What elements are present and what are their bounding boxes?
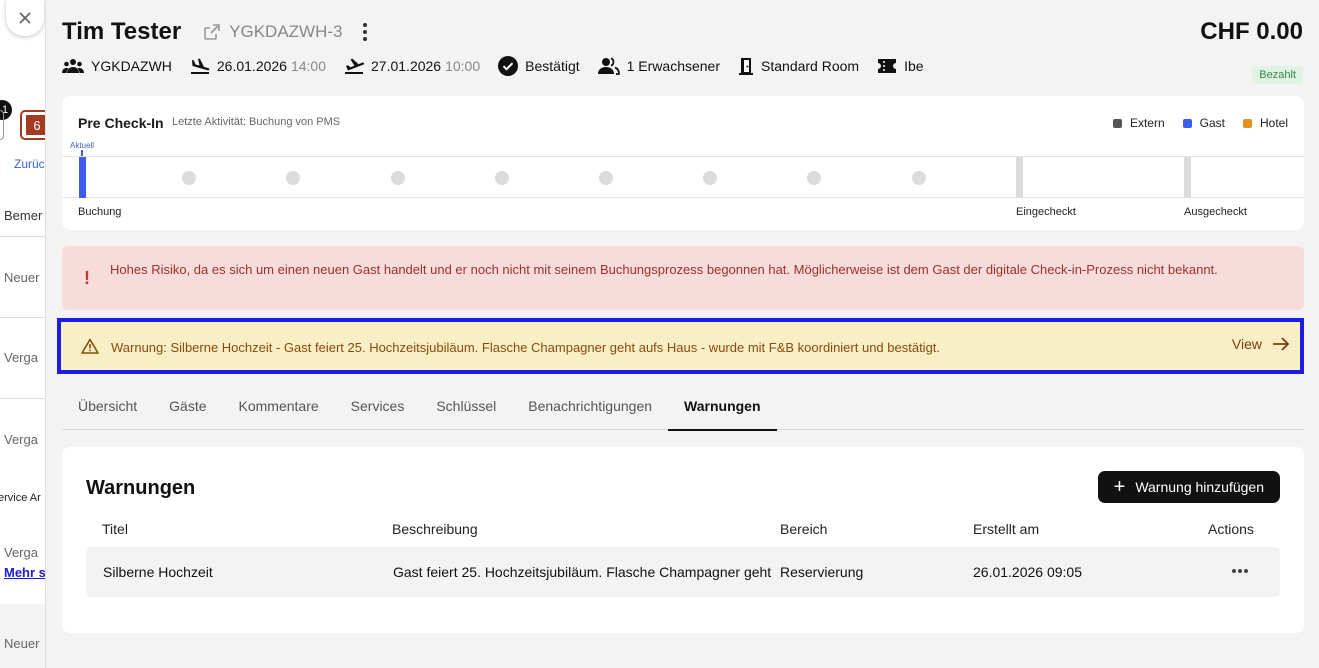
background-list-item: Verga [4, 432, 38, 447]
more-link[interactable]: Mehr s [4, 565, 46, 580]
background-tag-left [0, 110, 4, 140]
close-icon [19, 12, 31, 24]
warnings-title: Warnungen [86, 477, 196, 499]
tab-notifications[interactable]: Benachrichtigungen [512, 386, 668, 430]
timeline-step [182, 171, 196, 185]
meta-channel: Ibe [877, 57, 924, 75]
legend-swatch [1242, 118, 1252, 128]
checkout-step-bar [1184, 157, 1191, 198]
timeline-step [807, 171, 821, 185]
legend-item: Gast [1182, 116, 1225, 130]
tab-warnings[interactable]: Warnungen [668, 386, 778, 431]
booking-meta: YGKDAZWH 26.01.2026 14:00 27.01.2026 10:… [62, 54, 1303, 78]
warning-alert[interactable]: Warnung: Silberne Hochzeit - Gast feiert… [57, 318, 1304, 374]
timeline-step [286, 171, 300, 185]
tab-guests[interactable]: Gäste [153, 386, 222, 430]
external-link-icon[interactable] [203, 23, 221, 41]
timeline-step [495, 171, 509, 185]
close-button[interactable] [6, 0, 44, 36]
add-warning-button[interactable]: + Warnung hinzufügen [1097, 471, 1280, 503]
risk-alert: ! Hohes Risiko, da es sich um einen neue… [62, 246, 1304, 310]
ticket-icon [878, 59, 897, 73]
more-options-icon[interactable] [357, 22, 373, 42]
cell-created: 26.01.2026 09:05 [973, 564, 1082, 580]
view-warning-button[interactable]: View [1232, 336, 1290, 352]
background-list-item: Neuer [4, 270, 40, 285]
plane-landing-icon [190, 58, 210, 74]
legend-item: Hotel [1242, 116, 1288, 130]
checkin-step-bar [1016, 157, 1023, 198]
warning-alert-text: Warnung: Silberne Hochzeit - Gast feiert… [111, 340, 941, 355]
group-icon [62, 59, 84, 73]
background-list-item: Neuer [4, 636, 40, 651]
booking-code[interactable]: YGKDAZWH-3 [229, 22, 342, 42]
warnings-card: Warnungen + Warnung hinzufügen Titel Bes… [62, 447, 1304, 633]
cell-title: Silberne Hochzeit [103, 564, 213, 580]
meta-arrival: 26.01.2026 14:00 [190, 57, 326, 75]
back-link[interactable]: Zurüc [14, 157, 45, 171]
plane-takeoff-icon [345, 58, 365, 74]
timeline-step [391, 171, 405, 185]
detail-tabs: Übersicht Gäste Kommentare Services Schl… [62, 386, 1304, 431]
total-price: CHF 0.00 [1200, 18, 1303, 45]
timeline-step [703, 171, 717, 185]
background-list-item: Verga [4, 545, 38, 560]
step-label-checked-out: Ausgecheckt [1184, 206, 1247, 218]
meta-group: YGKDAZWH [62, 58, 172, 74]
booking-detail-panel: Tim Tester YGKDAZWH-3 CHF 0.00 Bezahlt Y… [45, 0, 1319, 668]
guests-icon [597, 57, 620, 75]
column-header-created: Erstellt am [973, 521, 1040, 537]
precheckin-title: Pre Check-In [78, 115, 164, 131]
step-label-booking: Buchung [78, 206, 122, 218]
precheckin-card: Pre Check-In Letzte Aktivität: Buchung v… [62, 96, 1304, 230]
legend-swatch [1112, 118, 1122, 128]
column-header-area: Bereich [780, 521, 828, 537]
exclamation-icon: ! [84, 268, 90, 288]
door-icon [739, 58, 754, 75]
step-label-checked-in: Eingecheckt [1016, 206, 1076, 218]
legend-item: Extern [1112, 116, 1165, 130]
current-marker-label: Aktuell [70, 141, 95, 150]
meta-guests: 1 Erwachsener [597, 57, 720, 75]
column-header-description: Beschreibung [392, 521, 478, 537]
meta-departure: 27.01.2026 10:00 [344, 57, 480, 75]
timeline-step [599, 171, 613, 185]
tab-services[interactable]: Services [335, 386, 421, 430]
warning-triangle-icon [81, 338, 99, 354]
meta-room: Standard Room [738, 57, 859, 75]
row-actions-icon[interactable] [1232, 569, 1250, 573]
risk-alert-text: Hohes Risiko, da es sich um einen neuen … [110, 262, 1218, 277]
legend: Extern Gast Hotel [1095, 116, 1288, 130]
arrow-right-icon [1273, 337, 1290, 351]
plus-icon: + [1113, 476, 1126, 498]
tab-overview[interactable]: Übersicht [62, 386, 153, 430]
progress-timeline [62, 156, 1304, 198]
column-header-actions: Actions [1208, 521, 1254, 537]
cell-description: Gast feiert 25. Hochzeitsjubiläum. Flasc… [393, 564, 772, 580]
current-step-bar [79, 157, 86, 198]
tab-comments[interactable]: Kommentare [223, 386, 335, 430]
payment-status-badge: Bezahlt [1252, 66, 1303, 84]
background-list-item: Verga [4, 350, 38, 365]
legend-swatch [1182, 118, 1192, 128]
background-list-item: ervice Ar [0, 492, 41, 504]
check-circle-icon [498, 56, 519, 76]
tab-keys[interactable]: Schlüssel [420, 386, 512, 430]
guest-name: Tim Tester [62, 18, 182, 45]
meta-status: Bestätigt [498, 56, 580, 76]
timeline-step [912, 171, 926, 185]
last-activity: Letzte Aktivität: Buchung von PMS [172, 116, 341, 128]
cell-area: Reservierung [780, 564, 864, 580]
column-header-title: Titel [102, 521, 128, 537]
table-row[interactable]: Silberne Hochzeit Gast feiert 25. Hochze… [86, 547, 1280, 597]
background-heading: Bemer [4, 208, 43, 223]
booking-header: Tim Tester YGKDAZWH-3 CHF 0.00 Bezahlt Y… [62, 16, 1303, 86]
